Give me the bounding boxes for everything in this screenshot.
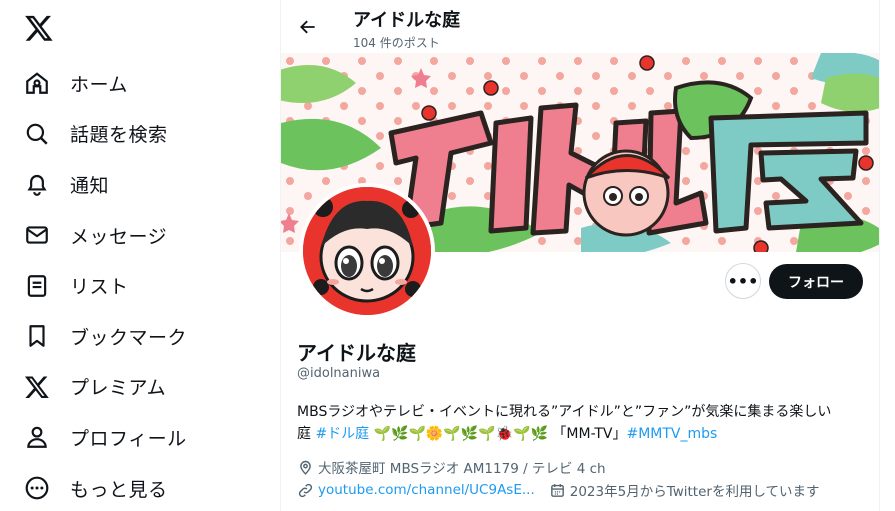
hashtag-link[interactable]: #ドル庭 [315,426,369,442]
post-count: 104 件のポスト [353,36,440,50]
nav-item-home[interactable]: ホーム [16,58,187,109]
profile-location-row: 大阪茶屋町 MBSラジオ AM1179 / テレビ 4 ch [297,457,606,477]
nav-item-notifications[interactable]: 通知 [16,159,187,210]
more-options-button[interactable]: ••• [725,263,761,299]
nav-label: 話題を検索 [70,124,168,147]
nav-item-lists[interactable]: リスト [16,260,187,311]
profile-location: 大阪茶屋町 MBSラジオ AM1179 / テレビ 4 ch [318,461,606,477]
home-icon [24,70,50,96]
location-pin-icon [297,459,314,476]
bio-text: 庭 [297,426,316,442]
nav-item-bookmarks[interactable]: ブックマーク [16,311,187,362]
bio-emojis: 🌱🌿🌱🌼🌱🌿🌱🐞🌱🌿 [369,426,553,442]
hashtag-link[interactable]: #MMTV_mbs [626,426,717,442]
profile-handle: @idolnaniwa [297,366,381,381]
nav-item-profile[interactable]: プロフィール [16,412,187,463]
person-icon [24,424,50,450]
back-button[interactable] [295,14,321,40]
nav-label: プロフィール [70,427,187,450]
profile-avatar[interactable] [299,183,435,319]
calendar-icon [549,482,566,499]
column-divider [879,0,880,511]
list-icon [24,273,50,299]
profile-column: アイドルな庭 104 件のポスト ••• フォロー アイドルな庭 @idolna… [281,0,879,511]
bio-text: 「MM-TV」 [552,426,627,442]
nav-label: プレミアム [70,377,167,400]
nav-item-explore[interactable]: 話題を検索 [16,109,187,160]
x-premium-icon [24,374,50,400]
link-icon [297,482,314,499]
nav-label: もっと見る [70,478,168,501]
bio-line: 庭 #ドル庭 🌱🌿🌱🌼🌱🌿🌱🐞🌱🌿 「MM-TV」#MMTV_mbs [297,423,867,445]
profile-header-bar: アイドルな庭 104 件のポスト [281,0,879,53]
nav-label: リスト [70,276,129,299]
follow-button[interactable]: フォロー [769,264,863,299]
nav-item-more[interactable]: もっと見る [16,463,187,511]
bookmark-icon [24,323,50,349]
profile-url-link[interactable]: youtube.com/channel/UC9AsE... [318,482,535,498]
more-circle-icon [24,475,50,501]
mail-icon [24,222,50,248]
nav-label: 通知 [70,174,110,197]
primary-nav: ホーム 話題を検索 通知 メッセージ リスト ブックマーク プレミアム プロフィ… [16,58,187,511]
nav-item-messages[interactable]: メッセージ [16,210,187,261]
profile-name: アイドルな庭 [297,341,416,365]
bell-icon [24,171,50,197]
bio-line: MBSラジオやテレビ・イベントに現れる”アイドル”と”ファン”が気楽に集まる楽し… [297,404,832,420]
nav-item-premium[interactable]: プレミアム [16,362,187,413]
page-title: アイドルな庭 [353,10,461,31]
nav-label: ブックマーク [70,326,188,349]
profile-meta-row: youtube.com/channel/UC9AsE... 2023年5月からT… [297,480,820,500]
arrow-left-icon [300,20,315,34]
x-logo-icon[interactable] [24,13,54,43]
sidebar: ホーム 話題を検索 通知 メッセージ リスト ブックマーク プレミアム プロフィ… [0,0,281,511]
profile-joined-date: 2023年5月からTwitterを利用しています [569,484,820,500]
profile-bio: MBSラジオやテレビ・イベントに現れる”アイドル”と”ファン”が気楽に集まる楽し… [297,401,867,445]
nav-label: ホーム [70,73,128,96]
search-icon [24,121,50,147]
nav-label: メッセージ [70,225,168,248]
